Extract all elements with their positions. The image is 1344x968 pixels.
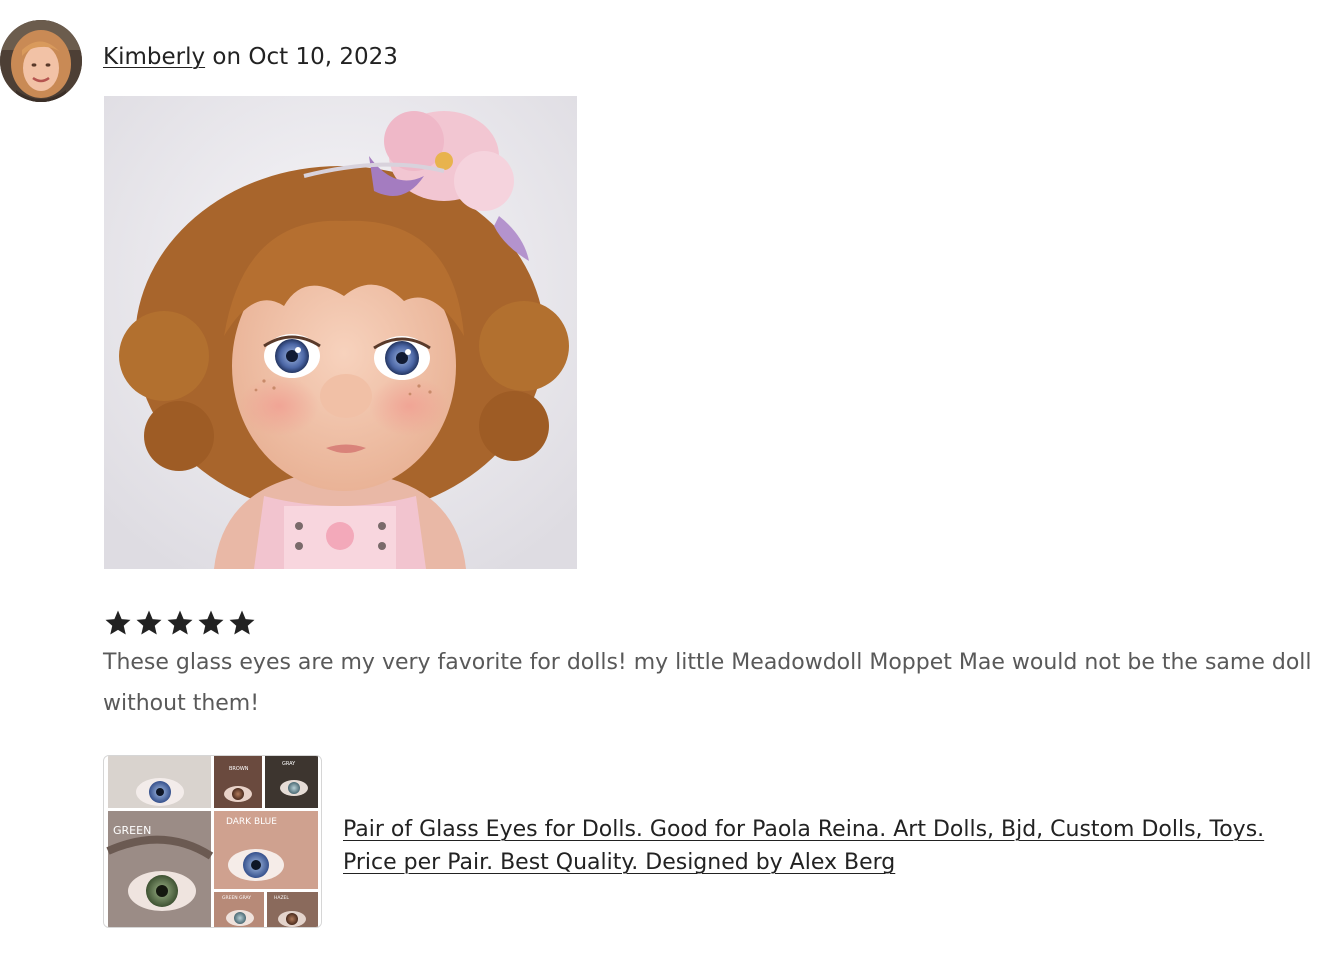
star-icon: [167, 610, 193, 635]
listing-title-link[interactable]: Pair of Glass Eyes for Dolls. Good for P…: [343, 813, 1323, 879]
thumb-label-gray: GRAY: [282, 761, 296, 767]
listing-thumbnail[interactable]: BROWN GRAY GREEN DARK BLUE GREEN GRAY HA…: [103, 755, 322, 928]
review-meta: Kimberly on Oct 10, 2023: [103, 42, 398, 72]
review-photo[interactable]: [104, 96, 577, 569]
thumb-label-green: GREEN: [113, 824, 151, 837]
review-card: Kimberly on Oct 10, 2023 These glass eye…: [0, 0, 1344, 968]
star-icon: [136, 610, 162, 635]
reviewer-avatar[interactable]: [0, 20, 82, 102]
thumb-label-dark-blue: DARK BLUE: [226, 817, 277, 827]
review-text: These glass eyes are my very favorite fo…: [103, 650, 1312, 716]
date-prefix: on: [205, 44, 249, 70]
reviewer-name-link[interactable]: Kimberly: [103, 44, 205, 70]
review-date: Oct 10, 2023: [248, 44, 398, 70]
star-icon: [105, 610, 131, 635]
thumb-label-brown: BROWN: [229, 766, 249, 772]
star-icon: [229, 610, 255, 635]
star-rating: [103, 606, 257, 640]
thumb-label-green-gray: GREEN GRAY: [222, 895, 251, 901]
thumb-label-hazel: HAZEL: [274, 895, 289, 901]
star-icon: [198, 610, 224, 635]
